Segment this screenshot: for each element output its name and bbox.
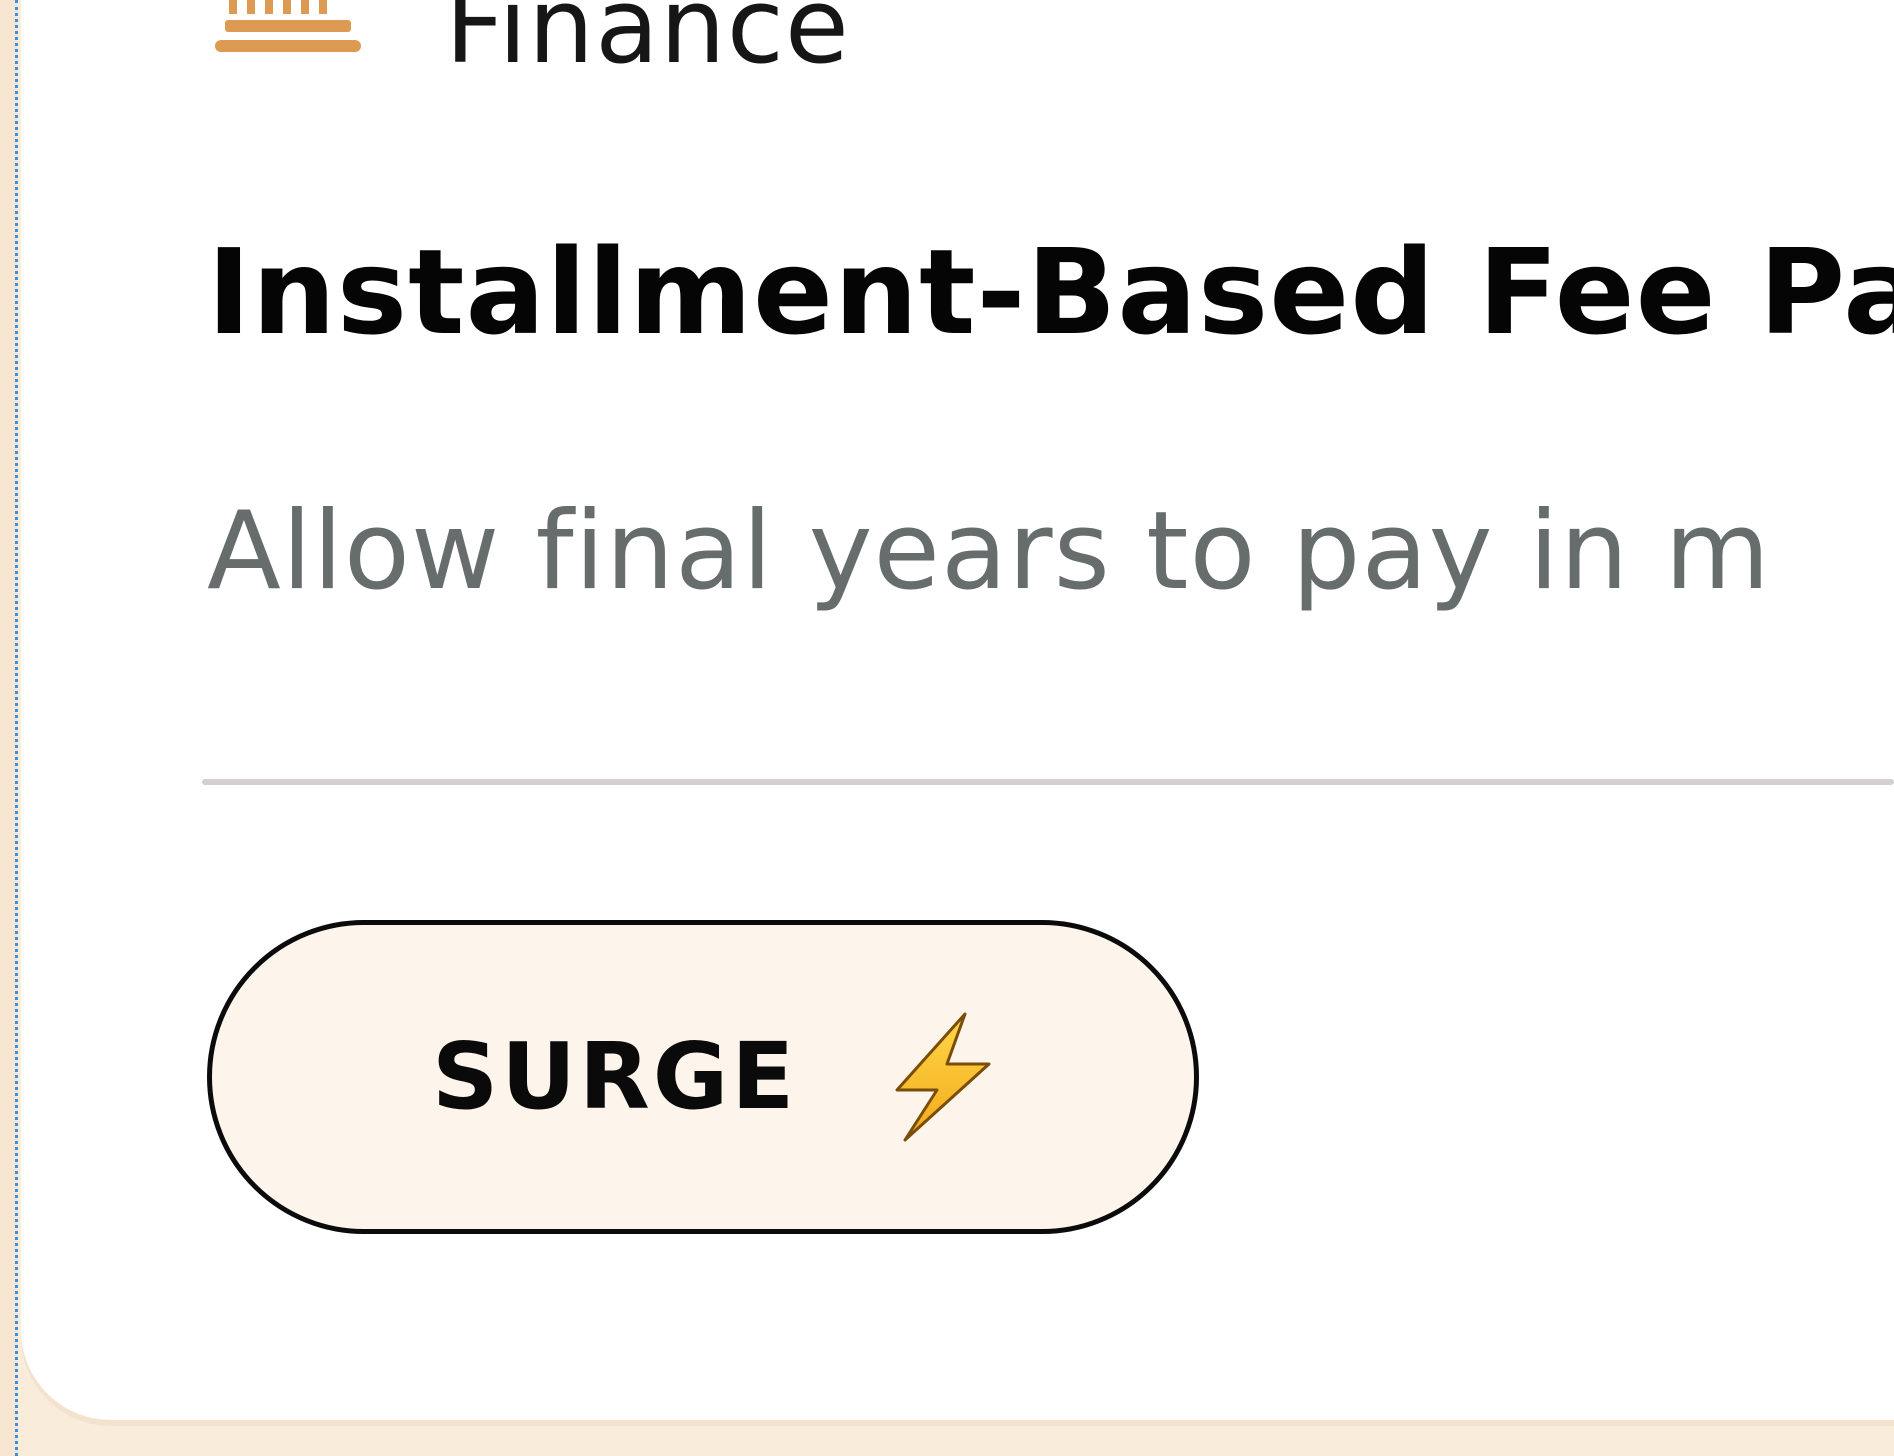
- divider: [202, 779, 1894, 785]
- category-label: Finance: [445, 0, 850, 87]
- card-title: Installment-Based Fee Pa: [207, 223, 1894, 361]
- lightning-bolt-icon: [895, 1012, 991, 1142]
- card-description: Allow final years to pay in m: [207, 489, 1771, 614]
- bank-columns-icon: [215, 0, 361, 52]
- category-tag: Finance: [215, 0, 850, 86]
- window-edge: [0, 0, 18, 1456]
- surge-button-label: SURGE: [432, 1023, 798, 1130]
- surge-button[interactable]: SURGE: [207, 920, 1199, 1234]
